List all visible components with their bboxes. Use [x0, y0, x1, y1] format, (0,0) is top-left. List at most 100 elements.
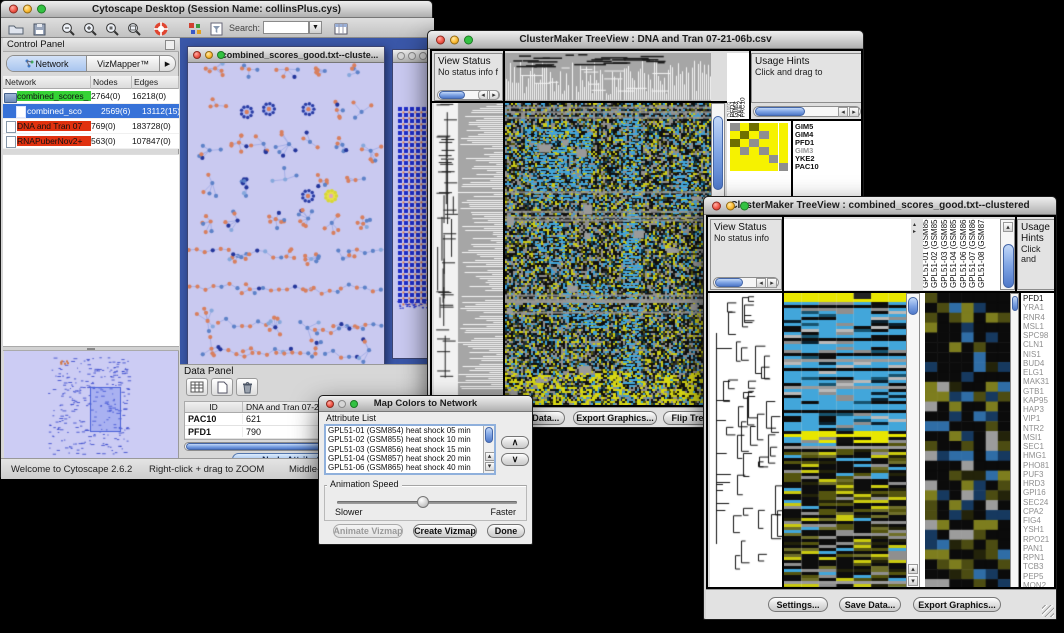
vscroll-thumb[interactable] [713, 116, 723, 190]
close-button[interactable] [326, 400, 334, 408]
network-row[interactable]: DNA and Tran 07769(0)183728(0) [3, 119, 179, 134]
network-view-titlebar[interactable]: combined_scores_good.txt--cluste... [188, 47, 384, 63]
zoom-button[interactable] [217, 51, 225, 59]
gene-label[interactable]: RPN1 [1023, 553, 1056, 562]
gene-label[interactable]: GTB1 [1023, 387, 1056, 396]
slider-thumb[interactable] [417, 496, 429, 508]
gene-label[interactable]: NIS1 [1023, 350, 1056, 359]
search-dropdown-button[interactable]: ▼ [309, 21, 322, 34]
gene-label[interactable]: TCB3 [1023, 562, 1056, 571]
settings-button[interactable]: Settings... [768, 597, 828, 612]
gene-label[interactable]: FIG4 [1023, 516, 1056, 525]
list-item[interactable]: GPL51-06 (GSM865) heat shock 40 min [326, 463, 483, 472]
minimize-button[interactable] [450, 35, 459, 44]
close-button[interactable] [9, 5, 18, 14]
save-button[interactable] [29, 20, 50, 38]
new-attribute-button[interactable] [211, 378, 233, 396]
gene-label[interactable]: MSI1 [1023, 433, 1056, 442]
close-button[interactable] [436, 35, 445, 44]
attribute-list[interactable]: GPL51-01 (GSM854) heat shock 05 minGPL51… [324, 424, 496, 475]
gene-label[interactable]: PUF3 [1023, 470, 1056, 479]
dialog-titlebar[interactable]: Map Colors to Network [319, 396, 532, 412]
zoom-button[interactable] [350, 400, 358, 408]
search-input[interactable] [263, 21, 309, 34]
zoom-out-button[interactable] [58, 20, 79, 38]
gene-label[interactable]: PEP5 [1023, 572, 1056, 581]
network-canvas[interactable] [188, 63, 384, 364]
gene-label[interactable]: BUD4 [1023, 359, 1056, 368]
select-attributes-button[interactable] [186, 378, 208, 396]
tv2-row-dendrogram[interactable] [710, 293, 782, 589]
close-button[interactable] [397, 52, 405, 60]
gene-label[interactable]: PFD1 [1023, 294, 1056, 303]
vscroll-thumb[interactable] [1012, 296, 1018, 311]
scroll-right-icon[interactable]: ▸ [489, 90, 499, 100]
vscroll-thumb[interactable] [1003, 244, 1014, 288]
tv1-zoom-matrix[interactable] [730, 123, 788, 171]
list-item[interactable]: GPL51-07 (GSM868) heat shock 60 min [326, 472, 483, 475]
gene-label[interactable]: YSH1 [1023, 525, 1056, 534]
move-up-button[interactable]: ∧ [501, 436, 529, 449]
scroll-right-icon[interactable]: ▸ [849, 107, 859, 117]
tv1-row-dendrogram[interactable] [434, 103, 503, 407]
animate-vizmap-button[interactable]: Animate Vizmap [333, 524, 403, 538]
float-panel-icon[interactable] [165, 40, 175, 50]
delete-attribute-button[interactable] [236, 378, 258, 396]
gene-label[interactable]: ELG1 [1023, 368, 1056, 377]
gene-label[interactable]: PAN1 [1023, 544, 1056, 553]
zoom-button[interactable] [37, 5, 46, 14]
tv2-titlebar[interactable]: ClusterMaker TreeView : combined_scores_… [704, 197, 1056, 215]
vizmapper-button[interactable] [184, 20, 205, 38]
scroll-up-icon[interactable]: ▴ [485, 452, 495, 461]
gene-label[interactable]: SEC1 [1023, 442, 1056, 451]
close-button[interactable] [712, 201, 721, 210]
tv2-column-dendrogram-area[interactable] [784, 219, 911, 290]
list-item[interactable]: GPL51-03 (GSM856) heat shock 15 min [326, 445, 483, 454]
gene-label[interactable]: SPC98 [1023, 331, 1056, 340]
tv2-heat-vscrollbar[interactable]: ▴ ▾ [906, 293, 920, 589]
gene-label[interactable]: MON2 [1023, 581, 1056, 589]
list-item[interactable]: GPL51-01 (GSM854) heat shock 05 min [326, 426, 483, 435]
vscroll-thumb[interactable] [485, 427, 493, 443]
main-titlebar[interactable]: Cytoscape Desktop (Session Name: collins… [1, 1, 432, 18]
attribute-browser-button[interactable] [331, 20, 352, 38]
gene-label[interactable]: MAK31 [1023, 377, 1056, 386]
network-row[interactable]: combined_sco2569(6)13112(15) [3, 104, 179, 119]
tv1-usage-hscrollbar[interactable]: ◂ ▸ [753, 106, 861, 117]
gene-label[interactable]: VIP1 [1023, 414, 1056, 423]
scroll-up-icon[interactable]: ▴ [1003, 222, 1013, 232]
gene-label[interactable]: PAC10 [795, 163, 863, 171]
help-button[interactable] [150, 20, 171, 38]
gene-label[interactable]: SEC24 [1023, 498, 1056, 507]
filter-button[interactable] [206, 20, 227, 38]
list-item[interactable]: GPL51-02 (GSM855) heat shock 10 min [326, 435, 483, 444]
minimize-button[interactable] [726, 201, 735, 210]
tab-network[interactable]: Network [7, 56, 87, 71]
gene-label[interactable]: HMG1 [1023, 451, 1056, 460]
scroll-left-icon[interactable]: ◂ [838, 107, 848, 117]
tv2-labels-vscrollbar[interactable]: ▴ [1000, 219, 1015, 290]
scroll-down-icon[interactable]: ▾ [485, 462, 495, 471]
tv1-status-hscrollbar[interactable]: ◂ ▸ [437, 90, 500, 100]
network-row[interactable]: RNAPuberNov2+563(0)107847(0) [3, 134, 179, 149]
zoom-fit-button[interactable] [124, 20, 145, 38]
zoom-in-button[interactable] [80, 20, 101, 38]
gene-label[interactable]: HAP3 [1023, 405, 1056, 414]
create-vizmap-button[interactable]: Create Vizmap [413, 524, 477, 538]
save-data-button[interactable]: Save Data... [839, 597, 901, 612]
attribute-list-vscrollbar[interactable]: ▴ ▾ [483, 426, 494, 473]
export-graphics-button[interactable]: Export Graphics... [573, 411, 657, 425]
scroll-down-icon[interactable]: ▾ [908, 576, 918, 586]
tv1-column-dendrogram[interactable] [505, 53, 711, 101]
minimize-button[interactable] [23, 5, 32, 14]
gene-label[interactable]: CLN1 [1023, 340, 1056, 349]
hscroll-thumb[interactable] [439, 91, 465, 99]
export-graphics-button[interactable]: Export Graphics... [913, 597, 1001, 612]
zoom-button[interactable] [419, 52, 427, 60]
column-header-id[interactable]: ID [185, 402, 243, 412]
gene-label[interactable]: GPI16 [1023, 488, 1056, 497]
tv2-heatmap[interactable] [784, 293, 906, 589]
hscroll-thumb[interactable] [755, 107, 805, 116]
tv1-titlebar[interactable]: ClusterMaker TreeView : DNA and Tran 07-… [428, 31, 863, 49]
close-button[interactable] [193, 51, 201, 59]
